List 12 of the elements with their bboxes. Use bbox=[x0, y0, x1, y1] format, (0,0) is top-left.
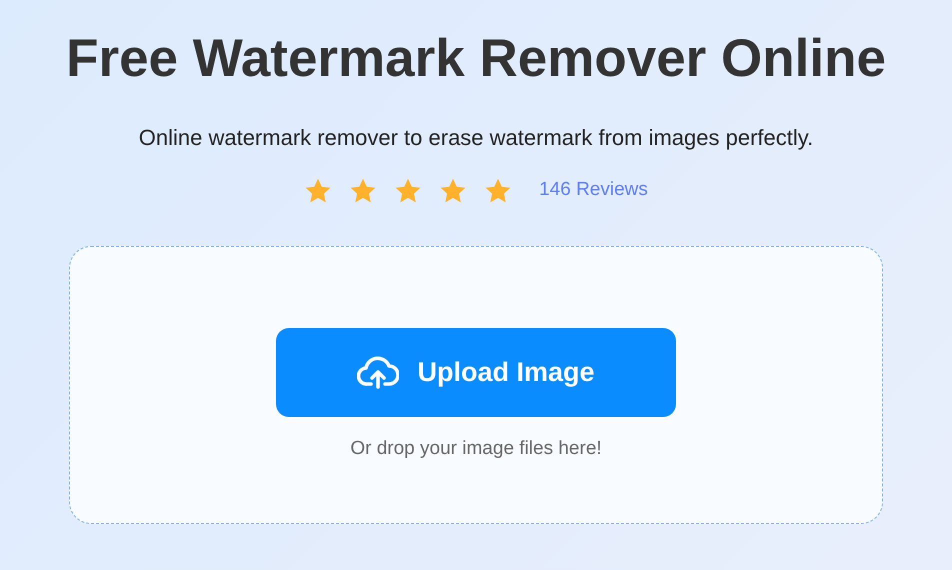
drop-zone[interactable]: Upload Image Or drop your image files here! bbox=[69, 246, 883, 524]
cloud-upload-icon bbox=[357, 355, 400, 390]
star-icon bbox=[349, 176, 378, 205]
star-icon bbox=[439, 176, 468, 205]
star-icon bbox=[484, 176, 512, 205]
reviews-link[interactable]: 146 Reviews bbox=[539, 176, 648, 205]
page-title: Free Watermark Remover Online bbox=[65, 30, 887, 88]
subtitle: Online watermark remover to erase watermark from images perfectly. bbox=[138, 124, 814, 152]
star-icon bbox=[394, 176, 422, 205]
upload-button[interactable]: Upload Image bbox=[276, 328, 676, 417]
drop-hint: Or drop your image files here! bbox=[349, 436, 603, 461]
star-icon bbox=[304, 176, 332, 205]
